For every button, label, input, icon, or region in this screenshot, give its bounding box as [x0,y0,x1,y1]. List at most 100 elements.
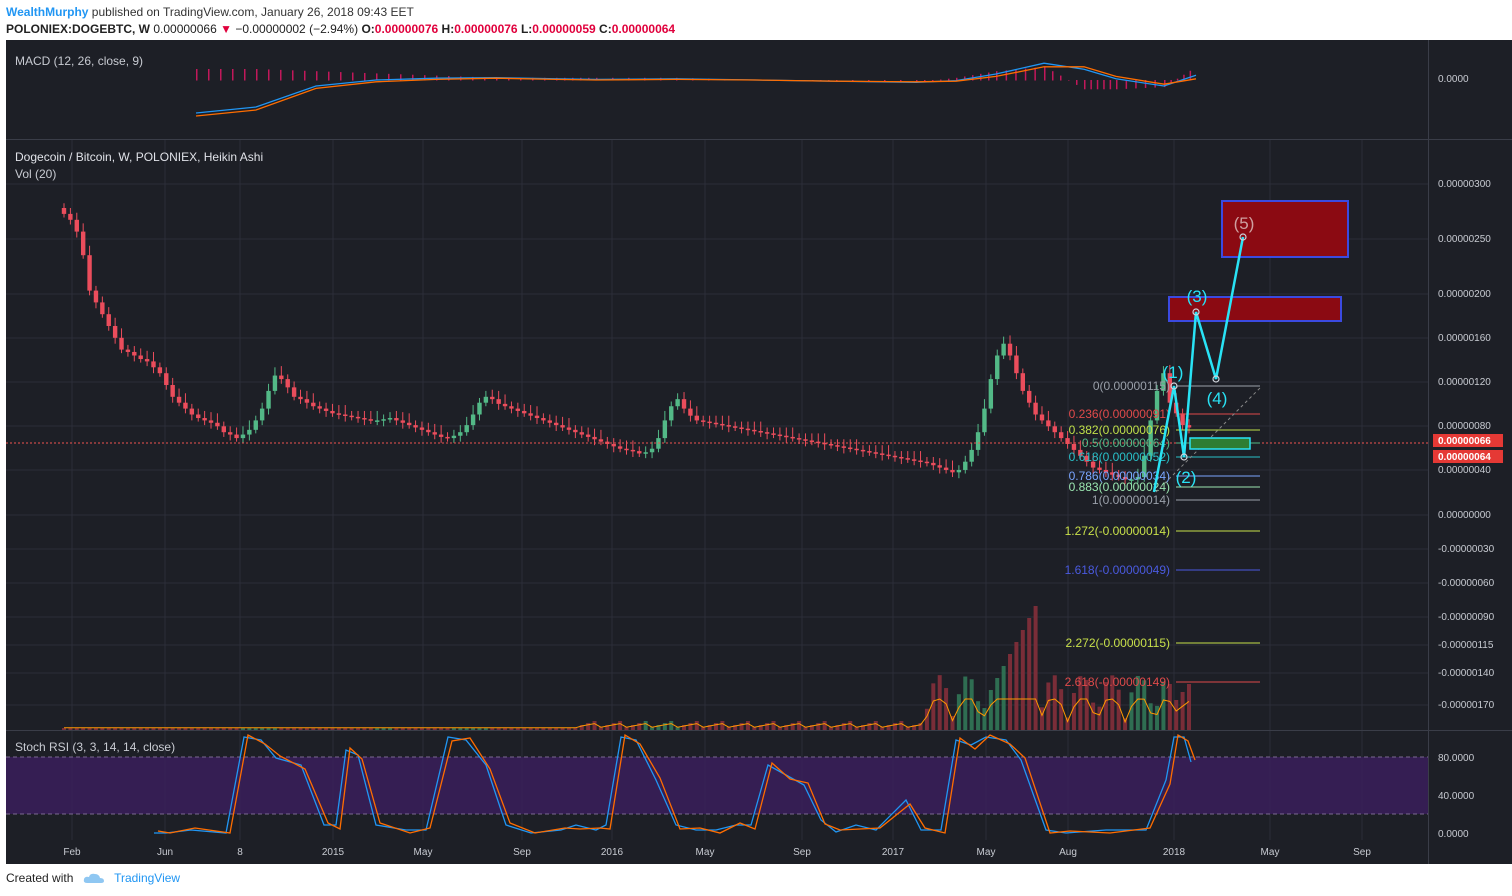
volume-bar [963,676,968,730]
candle-body [739,427,744,429]
macd-hist-bar [1125,80,1128,89]
volume-bar [976,701,981,730]
price-tick-label: -0.00000090 [1438,612,1495,623]
macd-hist-bar [836,80,838,81]
h-label: H: [441,22,455,36]
volume-bar [1008,654,1013,730]
volume-bar [745,721,750,730]
volume-bar [1174,700,1179,730]
candle-body [848,447,853,450]
candle-body [854,448,859,451]
macd-hist-bar [1076,80,1078,85]
created-with-text: Created with [6,871,74,885]
candle-body [119,337,124,350]
candle-body [164,373,169,385]
low-value: 0.00000059 [532,22,596,36]
close-price-tag-text: 0.00000064 [1438,452,1491,463]
macd-title: MACD (12, 26, close, 9) [15,54,143,68]
candle-body [803,439,808,441]
grid [6,140,1428,840]
volume-bar [1033,606,1038,730]
candle-body [87,255,92,291]
l-label: L: [520,22,533,36]
candle-body [183,402,188,409]
candle-body [304,399,310,403]
candle-body [911,459,917,461]
candle-body [931,462,936,466]
candle-body [892,455,898,458]
candle-body [1033,402,1038,415]
candle-body [860,449,866,452]
candle-body [68,213,73,220]
candle-body [1039,414,1045,421]
macd-hist-bar [340,72,342,81]
candle-body [1046,420,1051,427]
stoch-tick-40: 40.0000 [1438,791,1475,802]
macd-hist-bar [1090,80,1092,90]
volume-bar [969,679,974,730]
time-tick-label: Sep [793,847,811,858]
footer: Created with TradingView [6,871,180,885]
candle-body [477,402,482,415]
candle-body [707,421,712,424]
candle-body [828,444,834,446]
price-tick-label: -0.00000115 [1438,640,1494,651]
o-label: O: [361,22,375,36]
publish-info: WealthMurphy published on TradingView.co… [6,5,414,19]
fib-label: 0.618(0.00000052) [1069,450,1170,464]
candle-body [125,349,131,352]
candle-body [732,426,738,428]
candle-body [253,420,258,430]
wave-label-2: (2) [1176,468,1197,487]
macd-hist-bar [1084,80,1086,90]
last-price-tag-text: 0.00000066 [1438,436,1491,447]
chart-area[interactable]: MACD (12, 26, close, 9) 0.0000 Dogecoin … [6,40,1512,864]
macd-hist-bar [1154,80,1156,88]
candle-body [311,402,316,407]
symbol-line: POLONIEX:DOGEBTC, W 0.00000066 ▼ −0.0000… [6,22,675,36]
price-tick-label: 0.00000200 [1438,289,1491,300]
entry-zone-box [1189,437,1251,450]
candle-body [1020,373,1026,391]
candle-body [317,406,322,409]
candle-body [1180,413,1185,426]
volume-bar [822,721,827,730]
price-tick-label: -0.00000030 [1438,544,1495,555]
price-tick-label: -0.00000060 [1438,578,1495,589]
macd-hist-bar [828,80,830,81]
candle-body [553,422,559,426]
candle-body [745,428,751,431]
candle-body [688,408,693,416]
wave-label-1: (1) [1163,363,1184,382]
author-link[interactable]: WealthMurphy [6,5,88,19]
stoch-tick-0: 0.0000 [1438,829,1469,840]
volume-bar [1167,684,1172,730]
candle-body [624,448,629,451]
chart-svg[interactable]: MACD (12, 26, close, 9) 0.0000 Dogecoin … [6,40,1512,864]
volume-bar [873,721,878,730]
volume-bar [1014,642,1019,730]
candle-body [1014,355,1019,374]
candle-body [796,438,802,440]
candle-body [713,422,719,425]
time-axis[interactable]: Feb Jun 8 2015 May Sep 2016 May Sep 2017 May Aug 201… [63,847,1371,858]
candle-body [151,361,156,368]
volume-bar [1123,718,1128,730]
candle-body [170,385,175,397]
candle-body [61,208,67,214]
candle-body [886,454,891,457]
candle-body [502,403,508,407]
candle-body [1052,426,1057,433]
candle-body [259,408,265,421]
candle-body [988,379,994,409]
volume-ma-line [64,698,1190,729]
candle-body [905,458,910,460]
candle-body [701,420,706,422]
tradingview-link[interactable]: TradingView [114,871,180,885]
candle-body [196,414,201,419]
candle-body [215,422,220,427]
time-tick-label: 2015 [322,847,345,858]
macd-hist-bar [316,71,318,81]
stoch-tick-80: 80.0000 [1438,753,1475,764]
candle-body [879,453,885,455]
